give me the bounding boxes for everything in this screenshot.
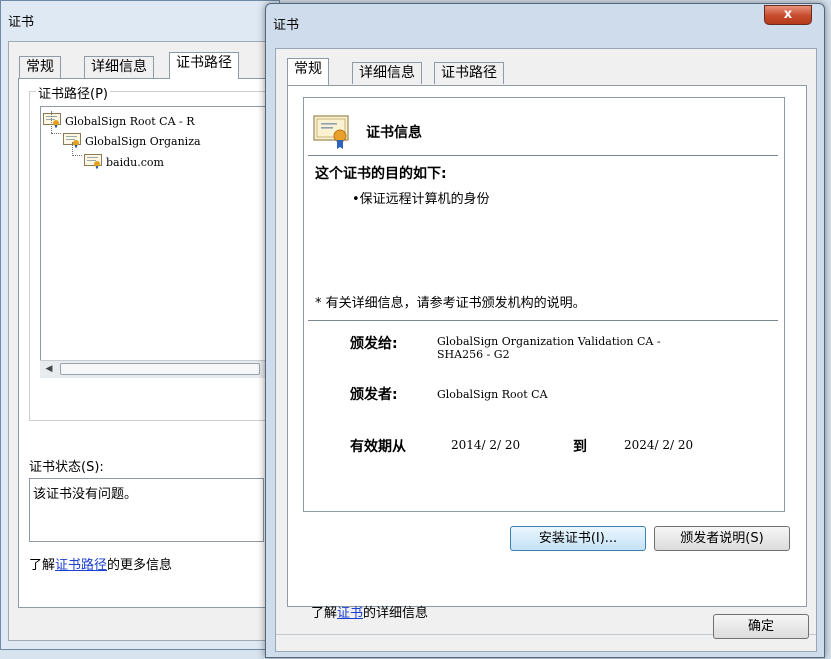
tree-connector [51, 111, 52, 133]
divider [308, 155, 778, 156]
valid-to-label: 到 [573, 439, 587, 455]
tab-general[interactable]: 常规 [287, 58, 329, 85]
close-button[interactable]: x [764, 5, 812, 25]
valid-to-date: 2024/ 2/ 20 [624, 438, 694, 452]
tab-details[interactable]: 详细信息 [84, 56, 154, 78]
issuer-statement-button[interactable]: 颁发者说明(S) [654, 526, 790, 551]
ok-button[interactable]: 确定 [713, 614, 809, 639]
certificate-window-background: 证书 常规 详细信息 证书路径 证书路径(P) GlobalSign Root … [0, 0, 280, 650]
issued-to-line-2: SHA256 - G2 [437, 348, 510, 361]
tree-item-label: baidu.com [106, 156, 164, 169]
issued-by-label: 颁发者: [350, 387, 398, 403]
purpose-heading: 这个证书的目的如下: [315, 166, 447, 182]
certification-path-group: 证书路径(P) GlobalSign Root CA - R GlobalSig… [29, 83, 270, 421]
learn-more-certificate-text: 了解证书的详细信息 [311, 602, 428, 621]
tree-connector [72, 142, 73, 156]
certificate-icon [84, 154, 102, 172]
certificate-status-label: 证书状态(S): [29, 460, 104, 475]
learn-prefix: 了解 [29, 558, 56, 573]
learn-suffix: 的更多信息 [107, 558, 173, 573]
purpose-text: 保证远程计算机的身份 [359, 192, 490, 207]
tree-item-root-ca[interactable]: GlobalSign Root CA - R [43, 113, 195, 131]
certificate-window: 证书 x 常规 详细信息 证书路径 证书信息 这个证书的目的如下: •保证远程计… [265, 3, 825, 658]
certification-path-link[interactable]: 证书路径 [55, 558, 107, 573]
tab-page-general: 证书信息 这个证书的目的如下: •保证远程计算机的身份 * 有关详细信息，请参考… [287, 85, 807, 607]
certification-path-label: 证书路径(P) [36, 83, 110, 102]
horizontal-scrollbar[interactable]: ◀ [40, 360, 270, 378]
tree-item-label: GlobalSign Organiza [85, 135, 201, 148]
tree-item-label: GlobalSign Root CA - R [65, 115, 195, 128]
certificate-icon [43, 113, 61, 131]
issued-to-value: GlobalSign Organization Validation CA - … [437, 335, 661, 361]
certificate-icon [313, 114, 351, 154]
tab-details[interactable]: 详细信息 [352, 62, 422, 84]
issued-to-label: 颁发给: [350, 336, 398, 352]
tree-connector [72, 155, 82, 156]
certificate-info-panel: 证书信息 这个证书的目的如下: •保证远程计算机的身份 * 有关详细信息，请参考… [303, 97, 785, 512]
tree-connector [51, 133, 61, 134]
install-certificate-button[interactable]: 安装证书(I)... [510, 526, 646, 551]
valid-from-date: 2014/ 2/ 20 [451, 438, 521, 452]
tab-certification-path[interactable]: 证书路径 [169, 52, 239, 79]
tree-item-end-entity[interactable]: baidu.com [84, 154, 164, 172]
certification-path-tree[interactable]: GlobalSign Root CA - R GlobalSign Organi… [40, 106, 270, 378]
dialog-client-area: 常规 详细信息 证书路径 证书信息 这个证书的目的如下: •保证远程计算机的身份… [275, 48, 817, 652]
tab-certification-path[interactable]: 证书路径 [434, 62, 504, 84]
dialog-client-area: 常规 详细信息 证书路径 证书路径(P) GlobalSign Root CA … [8, 41, 274, 641]
issued-by-value: GlobalSign Root CA [437, 388, 548, 401]
certificate-status-box: 该证书没有问题。 [29, 478, 264, 542]
divider [308, 320, 778, 321]
issued-to-line-1: GlobalSign Organization Validation CA - [437, 335, 661, 348]
tree-item-intermediate-ca[interactable]: GlobalSign Organiza [63, 133, 201, 151]
scroll-left-arrow-icon[interactable]: ◀ [41, 362, 57, 377]
certificate-status-text: 该证书没有问题。 [33, 487, 138, 502]
learn-prefix: 了解 [311, 606, 338, 621]
window-title: 证书 [273, 18, 300, 33]
issuer-statement-note: * 有关详细信息，请参考证书颁发机构的说明。 [315, 296, 586, 311]
tab-general[interactable]: 常规 [19, 56, 61, 78]
learn-more-path-text: 了解证书路径的更多信息 [29, 554, 172, 573]
certificate-info-heading: 证书信息 [366, 125, 422, 141]
scrollbar-thumb[interactable] [60, 363, 260, 375]
close-icon: x [783, 7, 793, 22]
valid-from-label: 有效期从 [350, 439, 406, 455]
learn-suffix: 的详细信息 [363, 606, 429, 621]
window-title: 证书 [8, 15, 35, 30]
certificate-link[interactable]: 证书 [337, 606, 363, 621]
purpose-list-item: •保证远程计算机的身份 [352, 192, 490, 207]
